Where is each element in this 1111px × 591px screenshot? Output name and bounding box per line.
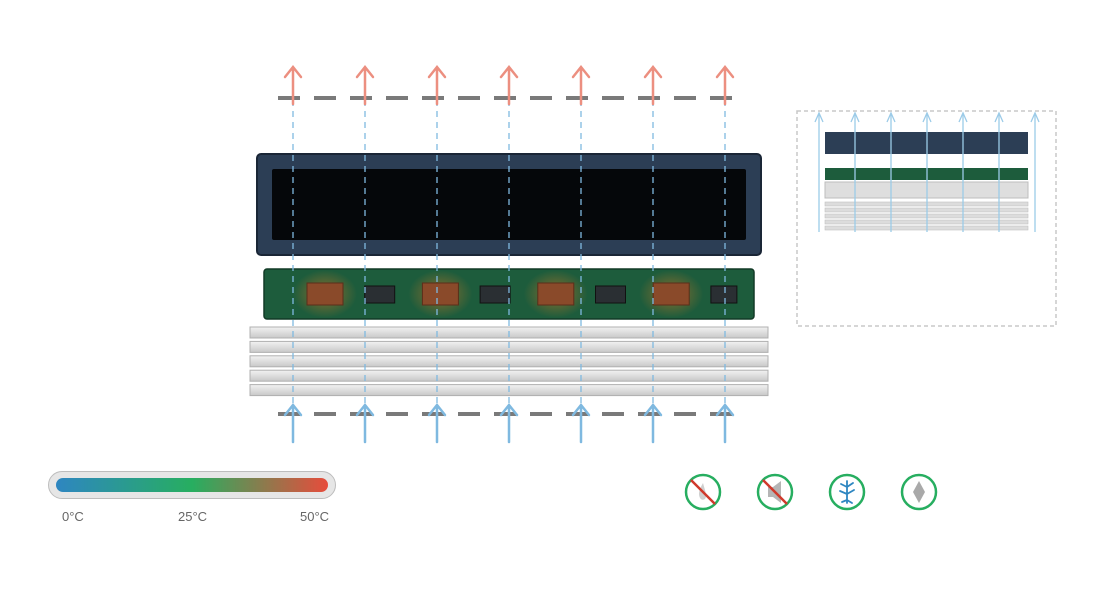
inflow-arrow: [427, 402, 447, 444]
hot-chip: [421, 282, 459, 306]
cool-chip: [479, 285, 511, 304]
inflow-arrow: [571, 402, 591, 444]
no-speaker-icon[interactable]: [756, 473, 794, 511]
inflow-arrow: [499, 402, 519, 444]
inflow-arrow: [715, 402, 735, 444]
inflow-arrow: [283, 402, 303, 444]
diamond-icon[interactable]: [900, 473, 938, 511]
temperature-gradient: [56, 478, 328, 492]
inflow-arrow: [643, 402, 663, 444]
cool-chip: [710, 285, 738, 304]
cool-chip: [595, 285, 626, 304]
legend-min-label: 0°C: [62, 509, 84, 524]
hot-chip: [306, 282, 344, 306]
legend-max-label: 50°C: [300, 509, 330, 524]
thermal-diagram: [249, 64, 1057, 444]
no-thermal-paste-icon[interactable]: [684, 473, 722, 511]
heatsink: [249, 326, 769, 397]
inflow-arrow: [355, 402, 375, 444]
cool-chip: [364, 285, 396, 304]
hot-chip: [537, 282, 575, 306]
hot-chip: [652, 282, 690, 306]
temperature-scale: [48, 471, 336, 499]
inset-preview: [796, 110, 1057, 327]
legend-mid-label: 25°C: [178, 509, 208, 524]
cooling-flow-icon[interactable]: [828, 473, 866, 511]
